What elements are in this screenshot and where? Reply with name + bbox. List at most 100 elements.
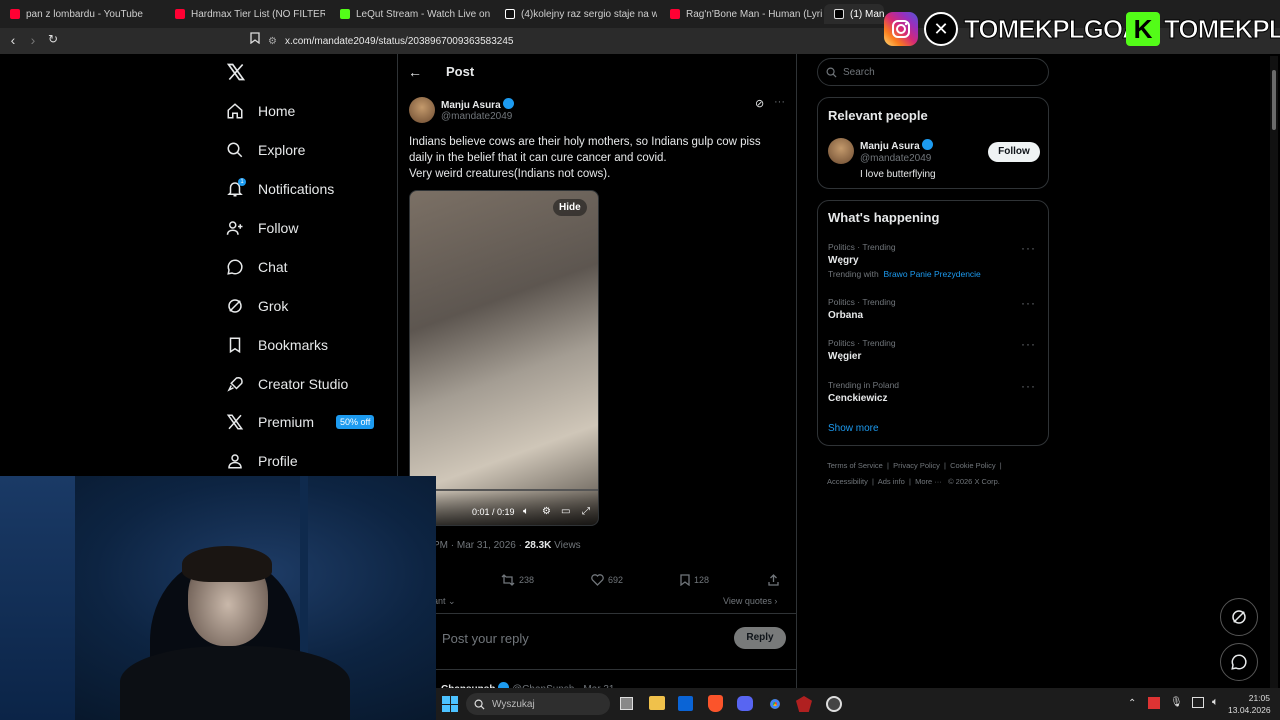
file-explorer-icon[interactable]	[649, 696, 665, 710]
person-name[interactable]: Manju Asura	[860, 139, 934, 152]
network-icon[interactable]	[1192, 697, 1204, 708]
browser-tab[interactable]: Hardmax Tier List (NO FILTER) - YouT	[165, 4, 325, 24]
like-button[interactable]: 692	[591, 574, 623, 586]
scrollbar[interactable]	[1270, 56, 1278, 688]
captions-icon[interactable]: ▭	[561, 506, 570, 517]
bookmark-icon	[680, 574, 690, 586]
bookmark-button[interactable]: 128	[680, 574, 709, 586]
trend-item[interactable]: Politics · Trending Orbana	[828, 297, 1040, 321]
sidebar-item-profile[interactable]: Profile	[226, 452, 298, 470]
hide-media-button[interactable]: Hide	[553, 199, 587, 216]
premium-discount-badge: 50% off	[336, 415, 375, 429]
footer-link[interactable]: More ···	[915, 477, 942, 486]
show-more-link[interactable]: Show more	[828, 423, 879, 434]
sidebar-item-creator-studio[interactable]: Creator Studio	[226, 375, 348, 393]
footer-link[interactable]: Terms of Service	[827, 461, 883, 470]
video-player[interactable]: Hide 0:01 / 0:19 🔈︎ ⚙ ▭ ⤢	[409, 190, 599, 526]
site-info-icon[interactable]: ⚙	[268, 36, 277, 47]
volume-icon[interactable]: 🔈︎	[1212, 696, 1219, 709]
view-quotes-link[interactable]: View quotes ›	[723, 596, 777, 606]
taskbar-search-placeholder: Wyszukaj	[492, 698, 535, 710]
task-view-icon[interactable]	[620, 697, 633, 710]
trend-item[interactable]: Trending in Poland Cenckiewicz	[828, 380, 1040, 404]
settings-icon[interactable]: ⚙	[542, 506, 551, 517]
chat-floating-button[interactable]	[1220, 643, 1258, 681]
like-count: 692	[608, 575, 624, 585]
chrome-icon[interactable]	[767, 696, 783, 712]
browser-tab[interactable]: Rag'n'Bone Man - Human (Lyrics) - Yo	[660, 4, 822, 24]
bookmark-page-icon[interactable]	[246, 32, 264, 47]
x-logo-icon	[226, 414, 244, 430]
sidebar-item-grok[interactable]: Grok	[226, 297, 288, 315]
trend-with-label: Trending with	[828, 269, 879, 279]
more-options-icon[interactable]: ···	[774, 96, 785, 108]
more-options-icon[interactable]: ···	[1021, 296, 1036, 310]
post-author[interactable]: Manju Asura	[441, 98, 515, 111]
tray-app-icon[interactable]	[1148, 697, 1160, 709]
x-logo-icon[interactable]	[226, 62, 246, 87]
back-icon[interactable]: ‹	[4, 32, 22, 48]
trend-context: Politics · Trending	[828, 297, 896, 307]
more-options-icon[interactable]: ···	[1021, 337, 1036, 351]
sort-replies-dropdown[interactable]: ant ⌄	[433, 596, 456, 607]
retweet-button[interactable]: 238	[501, 574, 534, 586]
sidebar-item-explore[interactable]: Explore	[226, 141, 305, 159]
sidebar-item-follow[interactable]: Follow	[226, 219, 298, 237]
footer-link[interactable]: Accessibility	[827, 477, 868, 486]
sidebar-item-bookmarks[interactable]: Bookmarks	[226, 336, 328, 354]
back-arrow-icon[interactable]: ←	[408, 64, 422, 80]
obs-icon[interactable]	[826, 696, 842, 712]
youtube-icon	[175, 9, 185, 19]
post-column: ← Post Manju Asura @mandate2049 ⊘ ··· In…	[397, 54, 797, 720]
store-icon[interactable]	[678, 696, 693, 711]
taskbar-clock[interactable]: 21:05 13.04.2026	[1228, 693, 1271, 715]
share-button[interactable]	[768, 574, 779, 586]
fullscreen-icon[interactable]: ⤢	[582, 506, 590, 517]
post-meta: PM · Mar 31, 2026 · 28.3K Views	[433, 540, 581, 551]
follow-button[interactable]: Follow	[988, 142, 1040, 162]
browser-tab[interactable]: LeQut Stream - Watch Live on Kick	[330, 4, 492, 24]
browser-tab-active[interactable]: (1) Manju A	[824, 4, 884, 24]
reload-icon[interactable]: ↻	[44, 32, 62, 46]
sidebar-item-home[interactable]: Home	[226, 102, 295, 120]
footer-link[interactable]: Cookie Policy	[950, 461, 995, 470]
sidebar-item-chat[interactable]: Chat	[226, 258, 288, 276]
post-timestamp[interactable]: PM · Mar 31, 2026 ·	[433, 540, 522, 551]
footer-link[interactable]: Ads info	[878, 477, 905, 486]
person-handle[interactable]: @mandate2049	[860, 153, 931, 164]
footer-link[interactable]: Privacy Policy	[893, 461, 940, 470]
search-input[interactable]: Search	[817, 58, 1049, 86]
trend-item[interactable]: Politics · Trending Węgier	[828, 338, 1040, 362]
kick-icon: K	[1126, 12, 1160, 46]
trend-with: Trending with Brawo Panie Prezydencie	[828, 269, 1040, 279]
chevron-up-icon[interactable]: ⌃	[1128, 698, 1136, 709]
person-plus-icon	[226, 221, 243, 235]
more-options-icon[interactable]: ···	[1021, 379, 1036, 393]
page-title: Post	[446, 64, 475, 79]
browser-tab[interactable]: pan z lombardu - YouTube	[0, 4, 160, 24]
forward-icon[interactable]: ›	[24, 32, 42, 48]
discord-icon[interactable]	[737, 696, 753, 711]
webcam-overlay	[0, 476, 436, 720]
sidebar-item-premium[interactable]: Premium 50% off	[226, 413, 375, 431]
scrollbar-thumb[interactable]	[1272, 70, 1276, 130]
author-handle[interactable]: @mandate2049	[441, 111, 512, 122]
more-options-icon[interactable]: ···	[1021, 241, 1036, 255]
game-icon[interactable]	[796, 696, 812, 712]
windows-start-icon[interactable]	[442, 696, 458, 712]
grok-floating-button[interactable]	[1220, 598, 1258, 636]
avatar[interactable]	[409, 97, 435, 123]
grok-icon[interactable]: ⊘	[755, 97, 764, 110]
reply-input[interactable]: Post your reply	[442, 631, 529, 646]
trend-item[interactable]: Politics · Trending Węgry Trending with …	[828, 242, 1040, 279]
microphone-icon[interactable]: 🎙︎	[1170, 697, 1183, 708]
browser-tab[interactable]: (4)kolejny raz sergio staje na wysoko	[495, 4, 657, 24]
reply-button[interactable]: Reply	[734, 627, 786, 649]
taskbar-search[interactable]: Wyszukaj	[466, 693, 610, 715]
sidebar-item-label: Home	[258, 103, 296, 119]
avatar[interactable]	[828, 138, 854, 164]
brave-icon[interactable]	[708, 695, 723, 712]
volume-icon[interactable]: 🔈︎	[523, 506, 529, 517]
sidebar-item-label: Profile	[258, 453, 298, 469]
trend-with-link[interactable]: Brawo Panie Prezydencie	[883, 269, 980, 279]
